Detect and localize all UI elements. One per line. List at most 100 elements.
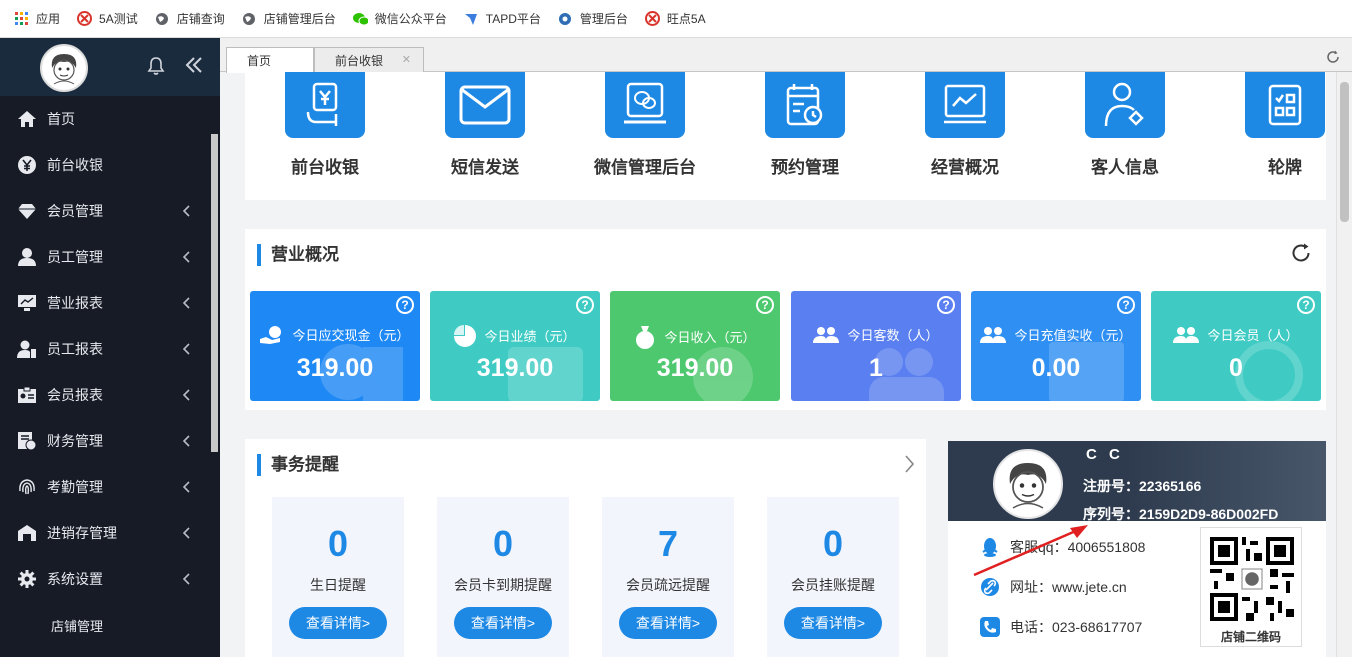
- sidebar-item-label: 系统设置: [47, 571, 103, 587]
- sidebar-item-finance[interactable]: 财务管理: [0, 418, 220, 464]
- stat-card-label: 今日会员（人）: [1207, 328, 1299, 343]
- yen-icon: [17, 155, 37, 175]
- chevron-left-icon: [182, 342, 190, 358]
- collapse-sidebar-icon[interactable]: [184, 55, 204, 78]
- sidebar-item-member-management[interactable]: 会员管理: [0, 188, 220, 234]
- stat-card-customers: ? 今日客数（人） 1: [791, 291, 961, 401]
- scrollbar-thumb[interactable]: [1340, 82, 1349, 222]
- stat-card-label: 今日客数（人）: [847, 328, 939, 343]
- sidebar-item-attendance[interactable]: 考勤管理: [0, 464, 220, 510]
- view-details-button[interactable]: 查看详情>: [619, 607, 717, 639]
- bell-icon[interactable]: [146, 56, 166, 79]
- bookmark-5a-test[interactable]: 5A测试: [77, 10, 138, 27]
- bookmark-label: 5A测试: [99, 12, 138, 26]
- quick-link-appointment[interactable]: 预约管理: [740, 72, 870, 178]
- stat-card-value: 319.00: [296, 354, 374, 382]
- quick-link-sms[interactable]: 短信发送: [420, 72, 550, 178]
- reminder-inactive-member: 7 会员疏远提醒 查看详情>: [602, 497, 734, 657]
- reminder-count: 0: [822, 523, 844, 564]
- avatar[interactable]: [40, 44, 88, 92]
- sidebar-item-staff-management[interactable]: 员工管理: [0, 234, 220, 280]
- quick-link-cashier[interactable]: 前台收银: [260, 72, 390, 178]
- refresh-icon[interactable]: [1290, 242, 1312, 267]
- cash-hand-icon: [260, 325, 284, 348]
- store-qr-code[interactable]: 店铺二维码: [1200, 527, 1302, 647]
- sidebar-item-label: 考勤管理: [47, 479, 103, 495]
- view-details-button[interactable]: 查看详情>: [784, 607, 882, 639]
- help-icon[interactable]: ?: [396, 296, 414, 314]
- tab-cashier[interactable]: 前台收银 ✕: [314, 47, 424, 72]
- view-details-button[interactable]: 查看详情>: [289, 607, 387, 639]
- chevron-left-icon: [182, 250, 190, 266]
- sidebar-item-settings[interactable]: 系统设置: [0, 556, 220, 602]
- bookmark-label: 微信公众平台: [374, 12, 447, 26]
- wechat-screen-icon: [605, 72, 685, 138]
- cashier-icon: [285, 72, 365, 138]
- bookmark-admin[interactable]: 管理后台: [558, 10, 628, 27]
- main-content: 前台收银 短信发送 微信管理后台 预约管理 经营概况 客人信息 轮牌 营业概况 …: [220, 72, 1352, 657]
- sidebar-subitem-store-management[interactable]: 店铺管理: [0, 602, 220, 648]
- sidebar-scrollbar[interactable]: [211, 134, 218, 452]
- help-icon[interactable]: ?: [937, 296, 955, 314]
- section-title: 营业概况: [257, 244, 339, 266]
- chevron-left-icon: [182, 204, 190, 220]
- quick-link-label: 微信管理后台: [594, 158, 696, 177]
- sidebar-item-staff-report[interactable]: 员工报表: [0, 326, 220, 372]
- sidebar-item-label: 员工管理: [47, 249, 103, 265]
- refresh-icon[interactable]: [1326, 50, 1340, 67]
- quick-link-customer-info[interactable]: 客人信息: [1060, 72, 1190, 178]
- sidebar-item-home[interactable]: 首页: [0, 96, 220, 142]
- bookmark-label: 店铺查询: [176, 12, 225, 26]
- id-card-icon: [17, 385, 37, 405]
- bookmark-wechat[interactable]: 微信公众平台: [352, 10, 447, 27]
- business-overview-panel: 营业概况 ? 今日应交现金（元） 319.00 ? 今日业绩（元） 319.00…: [245, 229, 1326, 410]
- reminder-count: 0: [492, 523, 514, 564]
- help-icon[interactable]: ?: [1117, 296, 1135, 314]
- globe-icon: [242, 11, 257, 26]
- view-details-button[interactable]: 查看详情>: [454, 607, 552, 639]
- website-text[interactable]: 网址：www.jete.cn: [1010, 577, 1127, 597]
- help-icon[interactable]: ?: [756, 296, 774, 314]
- sidebar-item-label: 财务管理: [47, 433, 103, 449]
- globe-icon: [155, 11, 170, 26]
- sidebar-subitem-label: 店铺管理: [51, 618, 104, 634]
- sidebar-item-label: 会员报表: [47, 387, 103, 403]
- sidebar-item-inventory[interactable]: 进销存管理: [0, 510, 220, 556]
- phone-text: 电话：023-68617707: [1010, 619, 1143, 635]
- serial-number: 序列号：2159D2D9-86D002FD: [1083, 506, 1279, 521]
- quick-link-wechat-admin[interactable]: 微信管理后台: [580, 72, 710, 178]
- sidebar-item-member-report[interactable]: 会员报表: [0, 372, 220, 418]
- rotation-board-icon: [1245, 72, 1325, 138]
- money-bag-icon: [634, 325, 656, 352]
- stat-card-income: ? 今日收入（元） 319.00: [610, 291, 780, 401]
- fingerprint-icon: [17, 477, 37, 497]
- gear-globe-icon: [558, 11, 573, 26]
- help-icon[interactable]: ?: [576, 296, 594, 314]
- bookmark-apps[interactable]: 应用: [14, 10, 60, 27]
- sidebar-item-business-report[interactable]: 营业报表: [0, 280, 220, 326]
- wechat-icon: [352, 11, 368, 26]
- stat-card-value: 0: [1229, 354, 1243, 382]
- stat-card-cash: ? 今日应交现金（元） 319.00: [250, 291, 420, 401]
- sidebar: 首页 前台收银 会员管理 员工管理 营业报表 员工报表 会员报表 财务管理 考勤…: [0, 38, 220, 657]
- reminder-birthday: 0 生日提醒 查看详情>: [272, 497, 404, 657]
- chevron-left-icon: [182, 434, 190, 450]
- tab-home[interactable]: 首页: [226, 47, 314, 73]
- group-icon: [980, 326, 1007, 347]
- quick-links-panel: 前台收银 短信发送 微信管理后台 预约管理 经营概况 客人信息 轮牌: [245, 72, 1326, 200]
- chevron-right-icon[interactable]: [904, 455, 915, 476]
- reminder-label: 会员挂账提醒: [791, 577, 875, 593]
- tab-label: 首页: [247, 54, 272, 68]
- sidebar-item-label: 会员管理: [47, 203, 103, 219]
- bookmark-store-admin[interactable]: 店铺管理后台: [242, 10, 336, 27]
- quick-link-label: 轮牌: [1268, 158, 1302, 177]
- close-icon[interactable]: ✕: [402, 53, 411, 66]
- quick-link-business-overview[interactable]: 经营概况: [900, 72, 1030, 178]
- help-icon[interactable]: ?: [1297, 296, 1315, 314]
- content-scrollbar[interactable]: [1336, 72, 1352, 657]
- bookmark-store-query[interactable]: 店铺查询: [155, 10, 225, 27]
- sidebar-item-cashier[interactable]: 前台收银: [0, 142, 220, 188]
- quick-link-rotation[interactable]: 轮牌: [1220, 72, 1350, 178]
- bookmark-tapd[interactable]: TAPD平台: [464, 10, 541, 27]
- bookmark-wangdian-5a[interactable]: 旺点5A: [644, 10, 706, 27]
